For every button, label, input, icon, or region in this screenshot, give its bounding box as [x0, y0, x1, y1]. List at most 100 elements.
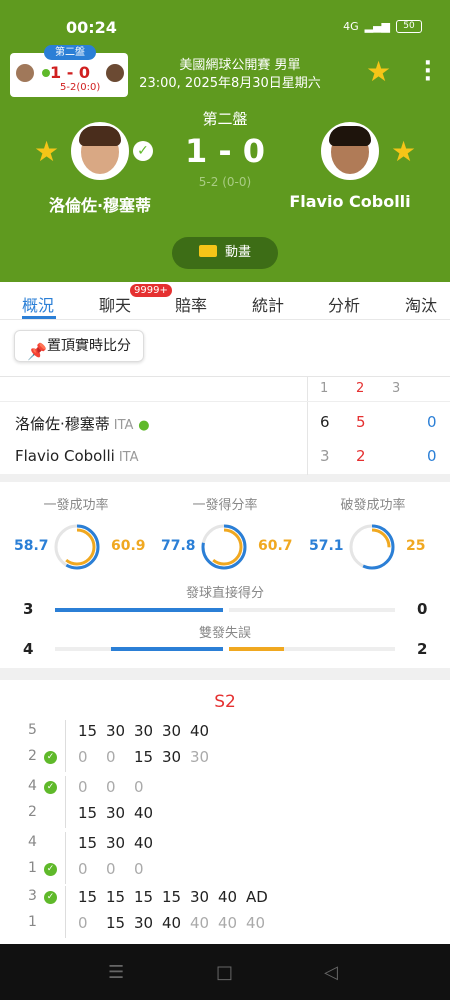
point-score: 30 — [190, 888, 210, 906]
tab-bar: 概況 聊天 9999+ 賠率 統計 分析 淘汰賽 — [0, 282, 450, 339]
point-score: 40 — [246, 914, 266, 932]
point-score: 30 — [162, 722, 182, 740]
stat-title: 一發成功率 — [43, 498, 109, 513]
tab-chat[interactable]: 聊天 — [99, 292, 131, 316]
more-menu-icon[interactable]: · · · — [424, 53, 432, 91]
match-datetime: 23:00, 2025年8月30日星期六 — [139, 76, 321, 91]
back-icon[interactable]: ◁ — [324, 962, 338, 983]
point-score: 15 — [106, 914, 126, 932]
bar-right-value: 2 — [417, 640, 428, 658]
mini-sub-score: 5-2(0:0) — [60, 82, 101, 93]
game-count-bottom: 2 — [28, 804, 37, 820]
server-check-icon: ✓ — [44, 863, 57, 876]
point-score: 40 — [162, 914, 182, 932]
animation-button[interactable]: 動畫 — [172, 237, 278, 269]
video-icon — [198, 245, 217, 257]
point-score: AD — [246, 888, 268, 906]
bar-left-value: 3 — [23, 600, 34, 618]
stat-title: 破發成功率 — [340, 498, 406, 513]
point-score: 15 — [106, 888, 126, 906]
point-by-point-log: S2 5 2 ✓ 15 30 30 30 40 0 0 15 30 30 4 2 ✓ 0 0 0 15 30 40 4 1 ✓ 1… — [0, 680, 450, 944]
chat-badge: 9999+ — [130, 284, 172, 297]
favorite-player1-star-icon[interactable]: ★ — [34, 138, 59, 166]
player1-mini-avatar — [16, 64, 34, 82]
game-count-top: 3 — [28, 888, 37, 904]
server-check-icon: ✓ — [44, 751, 57, 764]
serving-indicator-icon — [42, 69, 50, 77]
stat-right-value: 25 — [406, 538, 426, 554]
pin-icon: 📌 — [27, 342, 47, 361]
bar-left-fill — [55, 608, 223, 612]
mini-set-tag: 第二盤 — [44, 45, 96, 60]
log-set-label: S2 — [214, 692, 236, 712]
point-score: 0 — [134, 860, 144, 878]
active-tab-indicator — [22, 316, 56, 319]
player2-avatar[interactable] — [321, 122, 379, 180]
recent-apps-icon[interactable]: ☰ — [108, 962, 124, 983]
point-score: 30 — [190, 748, 210, 766]
point-score: 40 — [218, 914, 238, 932]
battery-icon: 50 — [396, 20, 422, 33]
game-divider — [65, 720, 66, 772]
server-check-icon: ✓ — [44, 781, 57, 794]
player2-name[interactable]: Flavio Cobolli — [280, 192, 420, 211]
point-score: 0 — [106, 778, 116, 796]
point-score: 30 — [134, 914, 154, 932]
set-3-score: 0 — [427, 447, 437, 465]
set-score: 1 - 0 — [184, 132, 266, 170]
row-country: ITA — [113, 418, 134, 433]
point-score: 15 — [78, 888, 98, 906]
point-score: 15 — [134, 888, 154, 906]
point-score: 0 — [78, 914, 88, 932]
match-stats: 一發成功率 58.7 60.9 一發得分率 77.8 60.7 破發成功率 57… — [0, 482, 450, 668]
favorite-match-star-icon[interactable]: ★ — [366, 58, 391, 86]
animation-label: 動畫 — [224, 245, 251, 260]
server-check-icon: ✓ — [44, 891, 57, 904]
pin-live-score-button[interactable]: 📌 置頂實時比分 — [14, 330, 144, 362]
stat-ring — [349, 524, 395, 570]
row-player-name: 洛倫佐·穆塞蒂 — [15, 415, 110, 433]
bar-left-value: 4 — [23, 640, 34, 658]
stat-left-value: 58.7 — [14, 538, 49, 554]
stat-ring — [201, 524, 247, 570]
game-count-bottom: 1 — [28, 914, 37, 930]
game-count-top: 5 — [28, 722, 37, 738]
tab-overview[interactable]: 概況 — [22, 292, 54, 316]
game-count-top: 4 — [28, 778, 37, 794]
player1-avatar[interactable] — [71, 122, 129, 180]
home-icon[interactable]: □ — [216, 962, 233, 983]
serving-check-icon: ✓ — [133, 141, 153, 161]
tab-odds[interactable]: 賠率 — [175, 292, 207, 316]
point-score: 0 — [134, 778, 144, 796]
serving-check-icon: ● — [138, 418, 150, 433]
stat-title: 一發得分率 — [192, 498, 258, 513]
mini-score: 1 - 0 — [50, 63, 91, 82]
scoreboard-row[interactable]: 洛倫佐·穆塞蒂 ITA ● 6 5 0 — [0, 407, 450, 437]
player1-name[interactable]: 洛倫佐·穆塞蒂 — [20, 192, 180, 216]
status-icons: 4G ▂▄▆ 50 — [343, 20, 422, 33]
pin-bar: 📌 置頂實時比分 — [0, 320, 450, 376]
point-score: 30 — [106, 804, 126, 822]
pin-label: 置頂實時比分 — [47, 338, 131, 354]
row-player-name: Flavio Cobolli — [15, 447, 115, 465]
point-score: 15 — [78, 834, 98, 852]
tab-analysis[interactable]: 分析 — [328, 292, 360, 316]
point-score: 30 — [134, 722, 154, 740]
set-header-1: 1 — [320, 381, 329, 396]
game-count-bottom: 1 — [28, 860, 37, 876]
favorite-player2-star-icon[interactable]: ★ — [391, 138, 416, 166]
point-score: 0 — [106, 748, 116, 766]
game-divider — [65, 832, 66, 884]
point-score: 40 — [134, 804, 154, 822]
point-score: 0 — [78, 748, 88, 766]
scoreboard-row[interactable]: Flavio Cobolli ITA 3 2 0 — [0, 441, 450, 471]
point-score: 15 — [162, 888, 182, 906]
signal-icon: ▂▄▆ — [364, 20, 390, 33]
point-score: 30 — [106, 834, 126, 852]
tab-stats[interactable]: 統計 — [252, 292, 284, 316]
game-divider — [65, 776, 66, 828]
game-count-top: 4 — [28, 834, 37, 850]
point-score: 40 — [134, 834, 154, 852]
mini-score-card[interactable]: 第二盤 1 - 0 5-2(0:0) — [10, 45, 128, 97]
stat-left-value: 57.1 — [309, 538, 344, 554]
